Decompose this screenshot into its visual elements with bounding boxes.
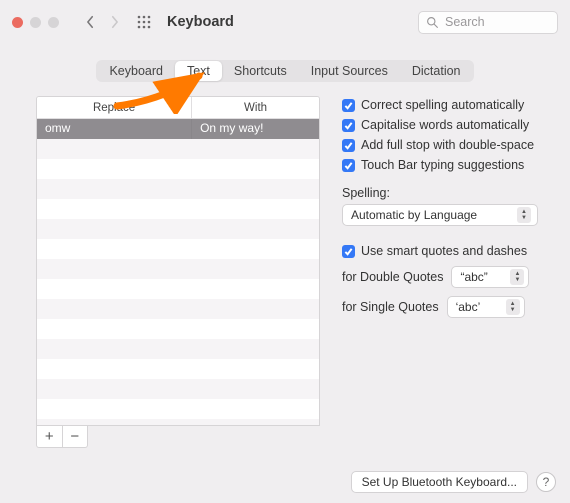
single-quotes-row: for Single Quotes ‘abc’ ▲▼: [342, 296, 548, 318]
show-all-icon[interactable]: [133, 11, 155, 33]
spelling-label: Spelling:: [342, 186, 548, 200]
checkbox-icon[interactable]: [342, 99, 355, 112]
option-label: Touch Bar typing suggestions: [361, 158, 524, 172]
option-label: Correct spelling automatically: [361, 98, 524, 112]
search-wrap: [418, 11, 558, 34]
double-quotes-row: for Double Quotes “abc” ▲▼: [342, 266, 548, 288]
option-label: Capitalise words automatically: [361, 118, 529, 132]
back-button[interactable]: [79, 11, 101, 33]
forward-button[interactable]: [103, 11, 125, 33]
column-header-with[interactable]: With: [192, 97, 319, 118]
tab-text[interactable]: Text: [175, 61, 222, 81]
remove-button[interactable]: −: [63, 426, 88, 447]
option-label: Use smart quotes and dashes: [361, 244, 527, 258]
stepper-icon: ▲▼: [506, 299, 520, 315]
cell-replace: omw: [37, 119, 192, 139]
option-full-stop[interactable]: Add full stop with double-space: [342, 138, 548, 152]
option-touch-bar[interactable]: Touch Bar typing suggestions: [342, 158, 548, 172]
spelling-value: Automatic by Language: [351, 208, 477, 222]
tab-dictation[interactable]: Dictation: [400, 61, 473, 81]
checkbox-icon[interactable]: [342, 245, 355, 258]
options-column: Correct spelling automatically Capitalis…: [342, 96, 548, 448]
tab-keyboard[interactable]: Keyboard: [97, 61, 175, 81]
search-input[interactable]: [418, 11, 558, 34]
add-remove-group: + −: [36, 426, 88, 448]
footer: Set Up Bluetooth Keyboard... ?: [351, 471, 556, 493]
tab-input-sources[interactable]: Input Sources: [299, 61, 400, 81]
table-row[interactable]: omwOn my way!: [37, 119, 319, 139]
window-title: Keyboard: [167, 14, 234, 30]
stepper-icon: ▲▼: [510, 269, 524, 285]
titlebar: Keyboard: [0, 0, 570, 44]
column-header-replace-label: Replace: [93, 102, 135, 114]
option-label: Add full stop with double-space: [361, 138, 534, 152]
double-quotes-value: “abc”: [460, 270, 487, 284]
checkbox-icon[interactable]: [342, 159, 355, 172]
checkbox-icon[interactable]: [342, 119, 355, 132]
replacements-section: Replace ⌃ With omwOn my way! + −: [36, 96, 320, 448]
content: Replace ⌃ With omwOn my way! + − Correct…: [0, 96, 570, 448]
single-quotes-label: for Single Quotes: [342, 300, 439, 314]
tab-shortcuts[interactable]: Shortcuts: [222, 61, 299, 81]
help-button[interactable]: ?: [536, 472, 556, 492]
column-header-with-label: With: [244, 102, 267, 114]
single-quotes-value: ‘abc’: [456, 300, 481, 314]
option-capitalise-words[interactable]: Capitalise words automatically: [342, 118, 548, 132]
replacements-table: Replace ⌃ With omwOn my way!: [36, 96, 320, 426]
table-body[interactable]: omwOn my way!: [37, 119, 319, 425]
add-button[interactable]: +: [37, 426, 63, 447]
double-quotes-select[interactable]: “abc” ▲▼: [451, 266, 529, 288]
sort-caret-icon: ⌃: [176, 103, 183, 112]
double-quotes-label: for Double Quotes: [342, 270, 443, 284]
window-controls: [12, 17, 59, 28]
bluetooth-keyboard-button[interactable]: Set Up Bluetooth Keyboard...: [351, 471, 528, 493]
column-header-replace[interactable]: Replace ⌃: [37, 97, 192, 118]
spelling-select[interactable]: Automatic by Language ▲▼: [342, 204, 538, 226]
zoom-dot-icon[interactable]: [48, 17, 59, 28]
tab-bar: KeyboardTextShortcutsInput SourcesDictat…: [0, 60, 570, 82]
close-dot-icon[interactable]: [12, 17, 23, 28]
nav-buttons: [79, 11, 125, 33]
option-correct-spelling[interactable]: Correct spelling automatically: [342, 98, 548, 112]
stepper-icon: ▲▼: [517, 207, 531, 223]
single-quotes-select[interactable]: ‘abc’ ▲▼: [447, 296, 525, 318]
checkbox-icon[interactable]: [342, 139, 355, 152]
search-icon: [426, 16, 439, 29]
minimize-dot-icon[interactable]: [30, 17, 41, 28]
cell-with: On my way!: [192, 119, 319, 139]
option-smart-quotes[interactable]: Use smart quotes and dashes: [342, 244, 548, 258]
